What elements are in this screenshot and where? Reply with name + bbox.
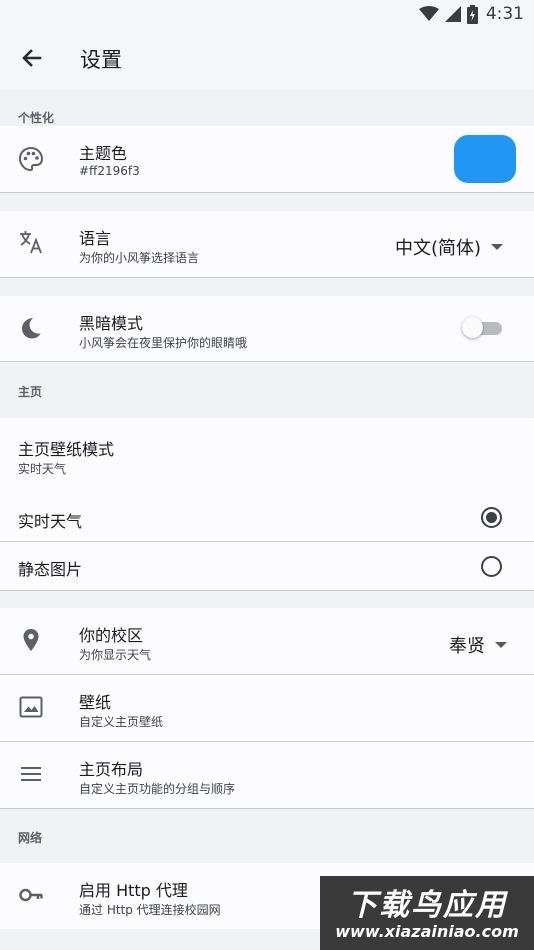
section-label-home: 主页 xyxy=(18,385,43,399)
wallpaper-item[interactable]: 壁纸 自定义主页壁纸 xyxy=(0,675,534,741)
divider xyxy=(0,808,534,809)
dark-mode-title: 黑暗模式 xyxy=(79,314,144,333)
home-layout-title: 主页布局 xyxy=(79,760,144,779)
dark-mode-item[interactable]: 黑暗模式 小风筝会在夜里保护你的眼睛哦 xyxy=(0,296,534,361)
key-icon xyxy=(19,888,43,902)
home-layout-subtitle: 自定义主页功能的分组与顺序 xyxy=(79,782,236,796)
campus-selected: 奉贤 xyxy=(449,636,485,657)
theme-color-value: #ff2196f3 xyxy=(79,164,140,178)
theme-color-swatch[interactable] xyxy=(454,135,516,183)
campus-title: 你的校区 xyxy=(79,626,144,645)
http-proxy-title: 启用 Http 代理 xyxy=(79,881,188,900)
toggle-thumb xyxy=(462,317,483,338)
language-selected: 中文(简体) xyxy=(395,238,482,259)
signal-icon xyxy=(444,6,461,22)
watermark-url: www.xiazainiao.com xyxy=(335,922,519,941)
dark-mode-toggle[interactable] xyxy=(462,317,504,339)
home-settings-group: 你的校区 为你显示天气 奉贤 壁纸 自定义主页壁纸 主页布局 自定义主页功能的分… xyxy=(0,608,534,808)
http-proxy-subtitle: 通过 Http 代理连接校园网 xyxy=(79,903,221,917)
status-icons: 4:31 xyxy=(418,3,524,25)
palette-icon xyxy=(18,146,44,172)
dark-mode-subtitle: 小风筝会在夜里保护你的眼睛哦 xyxy=(79,336,248,350)
theme-color-title: 主题色 xyxy=(79,144,128,163)
radio-static-image[interactable] xyxy=(481,556,502,577)
battery-icon xyxy=(466,4,478,24)
language-dropdown[interactable]: 中文(简体) xyxy=(395,234,504,260)
radio-label: 静态图片 xyxy=(18,560,83,579)
divider xyxy=(0,277,534,278)
arrow-back-icon xyxy=(22,49,42,67)
wallpaper-mode-group: 主页壁纸模式 实时天气 实时天气 静态图片 xyxy=(0,418,534,590)
watermark: 下载鸟应用 www.xiazainiao.com xyxy=(320,876,534,950)
wallpaper-option-static[interactable]: 静态图片 xyxy=(0,542,534,590)
campus-subtitle: 为你显示天气 xyxy=(79,648,152,662)
caret-down-icon xyxy=(495,642,507,648)
divider xyxy=(0,590,534,591)
status-bar: 4:31 xyxy=(0,0,534,28)
moon-icon xyxy=(22,318,41,339)
section-label-network: 网络 xyxy=(18,831,43,845)
wallpaper-title: 壁纸 xyxy=(79,693,112,712)
theme-color-item[interactable]: 主题色 #ff2196f3 xyxy=(0,126,534,192)
language-title: 语言 xyxy=(79,229,112,248)
divider xyxy=(0,361,534,362)
wifi-icon xyxy=(418,6,439,21)
status-time: 4:31 xyxy=(485,4,524,24)
language-subtitle: 为你的小风筝选择语言 xyxy=(79,251,200,265)
radio-realtime-weather[interactable] xyxy=(481,507,502,528)
caret-down-icon xyxy=(491,244,504,250)
campus-item[interactable]: 你的校区 为你显示天气 奉贤 xyxy=(0,608,534,674)
divider xyxy=(0,192,534,193)
location-pin-icon xyxy=(23,629,39,651)
image-icon xyxy=(19,696,43,718)
app-bar: 设置 xyxy=(0,28,534,90)
back-button[interactable] xyxy=(16,42,48,74)
wallpaper-option-realtime[interactable]: 实时天气 xyxy=(0,494,534,541)
menu-lines-icon xyxy=(21,767,41,781)
section-label-personalization: 个性化 xyxy=(18,111,55,125)
campus-dropdown[interactable]: 奉贤 xyxy=(449,632,507,658)
watermark-brand: 下载鸟应用 xyxy=(347,888,507,923)
language-item[interactable]: 语言 为你的小风筝选择语言 中文(简体) xyxy=(0,211,534,277)
page-title: 设置 xyxy=(80,48,122,72)
home-layout-item[interactable]: 主页布局 自定义主页功能的分组与顺序 xyxy=(0,742,534,808)
wallpaper-mode-title: 主页壁纸模式 xyxy=(18,440,115,459)
wallpaper-mode-subtitle: 实时天气 xyxy=(18,462,67,476)
radio-label: 实时天气 xyxy=(18,512,83,531)
wallpaper-subtitle: 自定义主页壁纸 xyxy=(79,715,164,729)
translate-icon xyxy=(20,231,42,254)
